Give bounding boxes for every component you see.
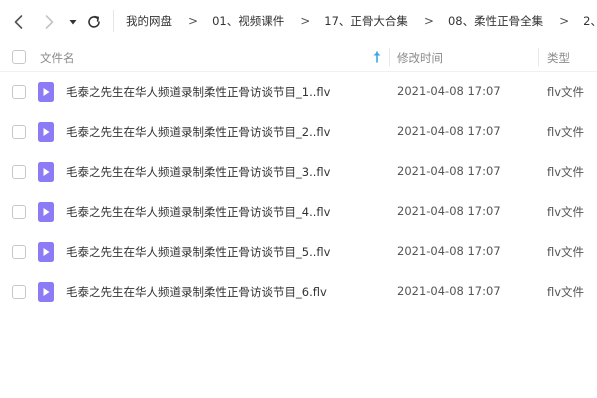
file-name[interactable]: 毛泰之先生在华人频道录制柔性正骨访谈节目_4..flv [66, 204, 330, 220]
forward-button[interactable] [40, 13, 58, 31]
file-row[interactable]: 毛泰之先生在华人频道录制柔性正骨访谈节目_5..flv 2021-04-08 1… [0, 232, 597, 272]
caret-down-icon [69, 20, 77, 25]
video-file-icon [38, 242, 54, 262]
file-name[interactable]: 毛泰之先生在华人频道录制柔性正骨访谈节目_2..flv [66, 124, 330, 140]
select-all-checkbox[interactable] [12, 50, 26, 64]
breadcrumb-item-video-courses[interactable]: 01、视频课件 [212, 13, 284, 29]
back-button[interactable] [10, 13, 28, 31]
column-divider[interactable] [538, 48, 539, 66]
breadcrumb-separator: > [300, 14, 311, 28]
chevron-left-icon [14, 15, 23, 29]
sort-up-arrow-icon[interactable] [371, 49, 383, 65]
refresh-button[interactable] [84, 12, 104, 32]
history-dropdown-button[interactable] [67, 13, 79, 31]
breadcrumb-item-soft-bone-setting[interactable]: 08、柔性正骨全集 [448, 13, 543, 29]
row-checkbox[interactable] [12, 165, 26, 179]
file-list-header: 文件名 修改时间 类型 [0, 42, 597, 72]
file-row[interactable]: 毛泰之先生在华人频道录制柔性正骨访谈节目_2..flv 2021-04-08 1… [0, 112, 597, 152]
file-modified: 2021-04-08 17:07 [397, 124, 501, 138]
chevron-right-icon [45, 15, 54, 29]
video-file-icon [38, 202, 54, 222]
toolbar-divider [113, 10, 114, 32]
breadcrumb-separator: > [188, 14, 199, 28]
video-file-icon [38, 122, 54, 142]
file-name[interactable]: 毛泰之先生在华人频道录制柔性正骨访谈节目_5..flv [66, 244, 330, 260]
breadcrumb: 我的网盘 > 01、视频课件 > 17、正骨大合集 > 08、柔性正骨全集 > … [126, 0, 597, 42]
file-modified: 2021-04-08 17:07 [397, 204, 501, 218]
file-row[interactable]: 毛泰之先生在华人频道录制柔性正骨访谈节目_3..flv 2021-04-08 1… [0, 152, 597, 192]
file-type: flv文件 [547, 125, 585, 139]
breadcrumb-separator: > [559, 14, 570, 28]
file-row[interactable]: 毛泰之先生在华人频道录制柔性正骨访谈节目_4..flv 2021-04-08 1… [0, 192, 597, 232]
video-file-icon [38, 82, 54, 102]
file-type: flv文件 [547, 245, 585, 259]
row-checkbox[interactable] [12, 205, 26, 219]
file-type: flv文件 [547, 85, 585, 99]
file-modified: 2021-04-08 17:07 [397, 284, 501, 298]
breadcrumb-item-root[interactable]: 我的网盘 [126, 13, 172, 29]
row-checkbox[interactable] [12, 85, 26, 99]
file-modified: 2021-04-08 17:07 [397, 164, 501, 178]
row-checkbox[interactable] [12, 245, 26, 259]
toolbar: 我的网盘 > 01、视频课件 > 17、正骨大合集 > 08、柔性正骨全集 > … [0, 0, 597, 42]
breadcrumb-separator: > [423, 14, 434, 28]
breadcrumb-item-current[interactable]: 2、毛泰 [583, 13, 597, 29]
refresh-icon [88, 15, 100, 28]
column-divider[interactable] [389, 48, 390, 66]
breadcrumb-item-bone-setting-collection[interactable]: 17、正骨大合集 [324, 13, 408, 29]
column-header-name[interactable]: 文件名 [40, 50, 75, 66]
file-row[interactable]: 毛泰之先生在华人频道录制柔性正骨访谈节目_1..flv 2021-04-08 1… [0, 72, 597, 112]
file-name[interactable]: 毛泰之先生在华人频道录制柔性正骨访谈节目_3..flv [66, 164, 330, 180]
file-modified: 2021-04-08 17:07 [397, 244, 501, 258]
file-type: flv文件 [547, 285, 585, 299]
file-type: flv文件 [547, 165, 585, 179]
column-header-type[interactable]: 类型 [547, 50, 570, 66]
video-file-icon [38, 282, 54, 302]
file-name[interactable]: 毛泰之先生在华人频道录制柔性正骨访谈节目_1..flv [66, 84, 330, 100]
video-file-icon [38, 162, 54, 182]
column-header-modified[interactable]: 修改时间 [397, 50, 443, 66]
file-modified: 2021-04-08 17:07 [397, 84, 501, 98]
file-name[interactable]: 毛泰之先生在华人频道录制柔性正骨访谈节目_6.flv [66, 284, 327, 300]
row-checkbox[interactable] [12, 125, 26, 139]
file-type: flv文件 [547, 205, 585, 219]
file-row[interactable]: 毛泰之先生在华人频道录制柔性正骨访谈节目_6.flv 2021-04-08 17… [0, 272, 597, 312]
row-checkbox[interactable] [12, 285, 26, 299]
